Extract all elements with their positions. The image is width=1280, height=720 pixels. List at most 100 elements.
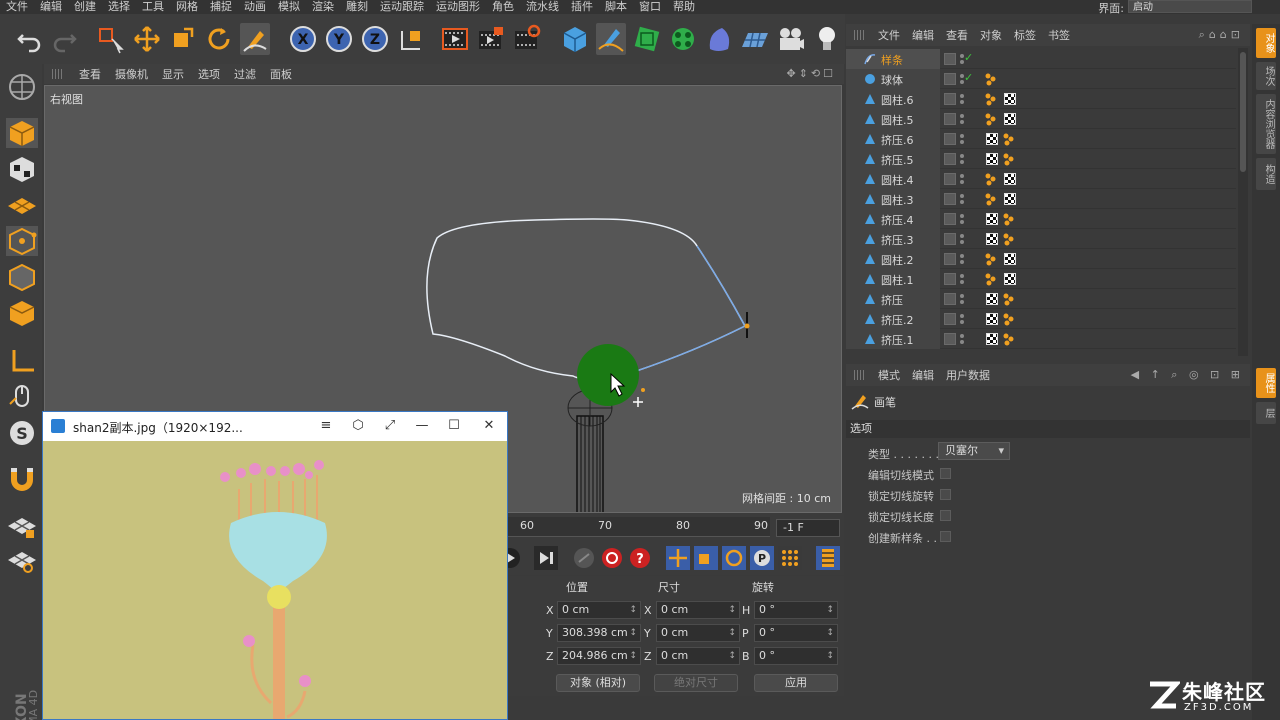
editor-visibility-dot[interactable]	[960, 234, 964, 238]
visibility-toggle[interactable]	[942, 291, 978, 307]
om-menu-objects[interactable]: 对象	[974, 27, 1008, 43]
menu-sculpt[interactable]: 雕刻	[340, 0, 374, 14]
material-tag-icon[interactable]	[1004, 93, 1016, 105]
material-tag-icon[interactable]	[986, 153, 998, 165]
object-name-cell[interactable]: 圆柱.5	[846, 109, 940, 129]
phong-tag-icon[interactable]	[984, 192, 998, 206]
tab-takes[interactable]: 场次	[1256, 62, 1276, 90]
layer-box-icon[interactable]	[944, 213, 956, 225]
menu-motion-tracking[interactable]: 运动跟踪	[374, 0, 430, 14]
magnet-icon[interactable]	[6, 464, 38, 494]
enabled-check-icon[interactable]: ✓	[964, 51, 973, 64]
object-row[interactable]: 挤压	[846, 289, 1236, 309]
render-visibility-dot[interactable]	[960, 160, 964, 164]
visibility-toggle[interactable]	[942, 151, 978, 167]
x-axis-icon[interactable]: X	[288, 23, 318, 55]
at-menu-edit[interactable]: 编辑	[906, 367, 940, 383]
vp-menu-display[interactable]: 显示	[155, 66, 191, 82]
position-y-field[interactable]: 308.398 cm	[557, 624, 641, 642]
material-tag-icon[interactable]	[1004, 173, 1016, 185]
floor-icon[interactable]	[740, 23, 770, 55]
object-name-cell[interactable]: 圆柱.2	[846, 249, 940, 269]
redo-icon[interactable]	[50, 23, 80, 55]
position-z-field[interactable]: 204.986 cm	[557, 647, 641, 665]
maximize-icon[interactable]: ☐	[444, 417, 464, 435]
material-tag-icon[interactable]	[986, 333, 998, 345]
at-toolbar-icons[interactable]: ◀ ↑ ⌕ ◎ ⊡ ⊞	[1131, 368, 1244, 382]
phong-tag-icon[interactable]	[984, 172, 998, 186]
apply-button[interactable]: 应用	[754, 674, 838, 692]
planar-workplane-icon[interactable]	[6, 544, 38, 574]
tab-content-browser[interactable]: 内容浏览器	[1256, 94, 1276, 154]
position-x-field[interactable]: 0 cm	[557, 601, 641, 619]
tab-attributes[interactable]: 属性	[1256, 368, 1276, 398]
viewport-nav-icons[interactable]: ✥⇕⟲☐	[786, 67, 836, 80]
image-viewer-titlebar[interactable]: shan2副本.jpg（1920×192... ≡ ⬡ ⤢ — ☐ ✕	[43, 412, 507, 441]
om-menu-bookmarks[interactable]: 书签	[1042, 27, 1076, 43]
snap-icon[interactable]: S	[6, 418, 38, 448]
record-keys-icon[interactable]	[572, 546, 596, 570]
phong-tag-icon[interactable]	[1002, 152, 1016, 166]
phong-tag-icon[interactable]	[984, 92, 998, 106]
layer-box-icon[interactable]	[944, 333, 956, 345]
render-visibility-dot[interactable]	[960, 120, 964, 124]
editor-visibility-dot[interactable]	[960, 274, 964, 278]
visibility-toggle[interactable]	[942, 251, 978, 267]
layer-box-icon[interactable]	[944, 153, 956, 165]
render-visibility-dot[interactable]	[960, 320, 964, 324]
render-visibility-dot[interactable]	[960, 260, 964, 264]
visibility-toggle[interactable]	[942, 131, 978, 147]
layer-box-icon[interactable]	[944, 293, 956, 305]
object-name-cell[interactable]: 圆柱.6	[846, 89, 940, 109]
menu-file[interactable]: 文件	[0, 0, 34, 14]
pin-icon[interactable]: ⬡	[348, 417, 368, 435]
menu-simulate[interactable]: 模拟	[272, 0, 306, 14]
menu-help[interactable]: 帮助	[667, 0, 701, 14]
layer-box-icon[interactable]	[944, 233, 956, 245]
menu-render[interactable]: 渲染	[306, 0, 340, 14]
render-view-icon[interactable]	[440, 23, 470, 55]
material-tag-icon[interactable]	[1004, 253, 1016, 265]
render-visibility-dot[interactable]	[960, 340, 964, 344]
minimize-icon[interactable]: —	[412, 417, 432, 435]
object-row[interactable]: 圆柱.2	[846, 249, 1236, 269]
visibility-toggle[interactable]	[942, 331, 978, 347]
editor-visibility-dot[interactable]	[960, 294, 964, 298]
om-menu-edit[interactable]: 编辑	[906, 27, 940, 43]
key-scale-icon[interactable]	[694, 546, 718, 570]
object-name-cell[interactable]: 挤压.4	[846, 209, 940, 229]
visibility-toggle[interactable]	[942, 91, 978, 107]
tab-objects[interactable]: 对象	[1256, 28, 1276, 58]
material-tag-icon[interactable]	[986, 293, 998, 305]
object-row[interactable]: 圆柱.4	[846, 169, 1236, 189]
model-mode-icon[interactable]	[6, 118, 38, 148]
om-toolbar-icons[interactable]: ⌕⌂⌂⊡	[1199, 28, 1244, 42]
key-pla-icon[interactable]	[778, 546, 802, 570]
material-tag-icon[interactable]	[986, 133, 998, 145]
object-row[interactable]: 挤压.3	[846, 229, 1236, 249]
object-name-cell[interactable]: 球体	[846, 69, 940, 89]
live-selection-icon[interactable]	[96, 23, 126, 55]
grip-icon[interactable]	[854, 370, 864, 380]
object-row[interactable]: 挤压.2	[846, 309, 1236, 329]
phong-tag-icon[interactable]	[1002, 232, 1016, 246]
menu-animate[interactable]: 动画	[238, 0, 272, 14]
keyframe-selection-icon[interactable]: ?	[628, 546, 652, 570]
scale-icon[interactable]	[168, 23, 198, 55]
subdivision-surface-icon[interactable]	[632, 23, 662, 55]
spline-pen-icon[interactable]	[596, 23, 626, 55]
object-name-cell[interactable]: 挤压.3	[846, 229, 940, 249]
editor-visibility-dot[interactable]	[960, 114, 964, 118]
editor-visibility-dot[interactable]	[960, 214, 964, 218]
render-visibility-dot[interactable]	[960, 280, 964, 284]
render-settings-icon[interactable]	[512, 23, 542, 55]
object-row[interactable]: 圆柱.5	[846, 109, 1236, 129]
rotate-icon[interactable]	[204, 23, 234, 55]
texture-mode-icon[interactable]	[6, 154, 38, 184]
editor-visibility-dot[interactable]	[960, 334, 964, 338]
object-name-cell[interactable]: 挤压.2	[846, 309, 940, 329]
object-row[interactable]: 圆柱.3	[846, 189, 1236, 209]
render-visibility-dot[interactable]	[960, 180, 964, 184]
vp-menu-options[interactable]: 选项	[191, 66, 227, 82]
go-to-end-icon[interactable]	[534, 546, 558, 570]
